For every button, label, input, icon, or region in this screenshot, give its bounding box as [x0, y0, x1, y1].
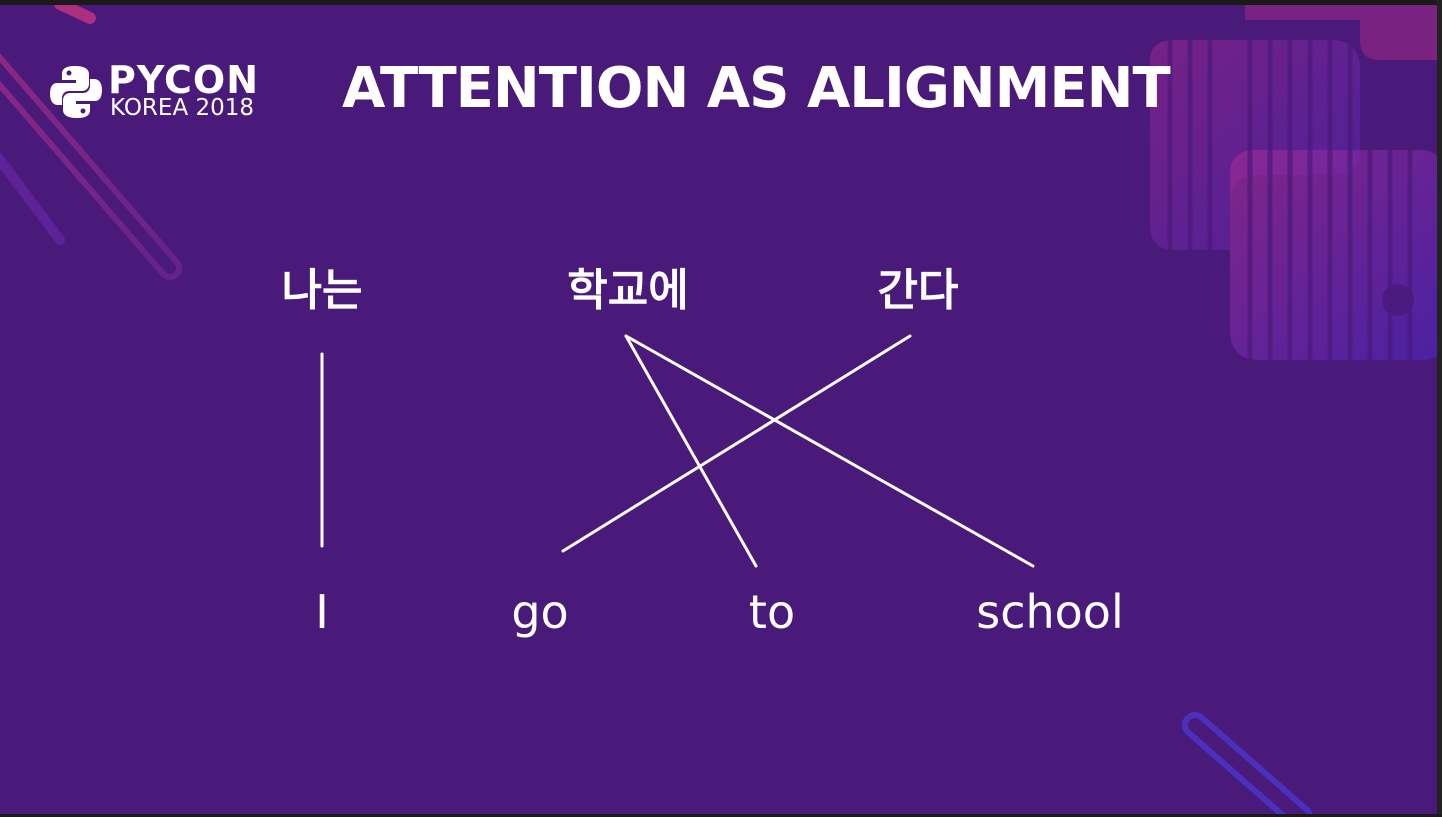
alignment-line-3: [624, 334, 1035, 568]
target-word: I: [315, 585, 329, 639]
target-word: go: [511, 585, 568, 639]
source-word: 학교에: [567, 265, 688, 316]
window-right-border: [1437, 0, 1442, 817]
source-word: 나는: [282, 265, 363, 316]
target-word: school: [976, 585, 1123, 639]
alignment-line-4: [561, 334, 912, 553]
slide: PYCON KOREA 2018 ATTENTION AS ALIGNMENT …: [0, 0, 1442, 817]
source-word: 간다: [878, 265, 959, 316]
alignment-diagram: 나는 학교에 간다 I go to school: [282, 265, 1124, 639]
target-word: to: [749, 585, 795, 639]
alignment-line-2: [624, 334, 758, 568]
window-top-border: [0, 0, 1442, 5]
